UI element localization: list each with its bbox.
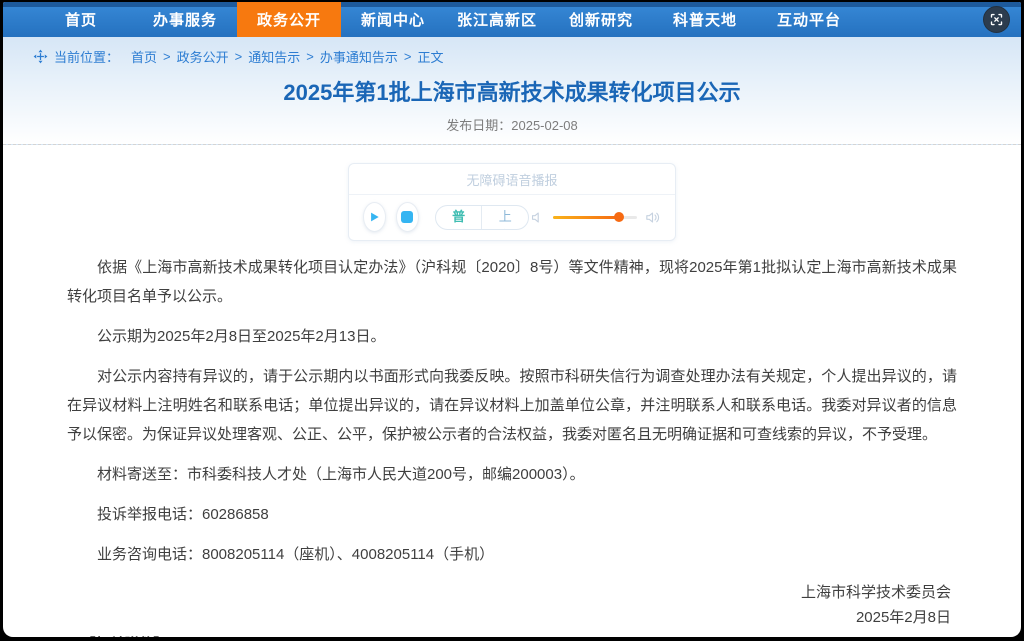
language-mandarin-button[interactable]: 普通话: [436, 206, 482, 229]
breadcrumb-service-notices[interactable]: 办事通知告示: [320, 47, 398, 66]
breadcrumb-home[interactable]: 首页: [131, 47, 157, 66]
play-button[interactable]: [363, 202, 386, 232]
nav-item-news-center[interactable]: 新闻中心: [341, 2, 445, 37]
signature-date: 2025年2月8日: [67, 605, 951, 630]
publish-date-value: 2025-02-08: [511, 118, 578, 133]
article-header: 当前位置： 首页 > 政务公开 > 通知告示 > 办事通知告示 > 正文 202…: [3, 37, 1021, 145]
nav-item-home[interactable]: 首页: [29, 2, 133, 37]
player-controls: 普通话 上海话: [349, 195, 675, 240]
signature-block: 上海市科学技术委员会 2025年2月8日: [67, 580, 957, 630]
volume-low-icon: [529, 209, 546, 226]
nav-item-services[interactable]: 办事服务: [133, 2, 237, 37]
paragraph: 对公示内容持有异议的，请于公示期内以书面形式向我委反映。按照市科研失信行为调查处…: [67, 362, 957, 449]
publish-date: 发布日期：2025-02-08: [3, 115, 1021, 134]
paragraph: 业务咨询电话：8008205114（座机）、4008205114（手机）: [67, 540, 957, 569]
stop-icon: [401, 211, 413, 223]
breadcrumb-separator: >: [306, 49, 314, 64]
nav-item-label: 科普天地: [673, 9, 737, 30]
screen-capture-button[interactable]: [983, 6, 1010, 33]
play-icon: [367, 210, 381, 224]
paragraph: 公示期为2025年2月8日至2025年2月13日。: [67, 322, 957, 351]
paragraph: 材料寄送至：市科委科技人才处（上海市人民大道200号，邮编200003）。: [67, 460, 957, 489]
page: 首页 办事服务 政务公开 新闻中心 张江高新区 创新研究 科普天地 互动平台: [3, 2, 1021, 637]
nav-item-label: 政务公开: [257, 9, 321, 30]
nav-item-interaction-platform[interactable]: 互动平台: [757, 2, 861, 37]
signature-org: 上海市科学技术委员会: [67, 580, 951, 605]
nav-item-zhangjiang[interactable]: 张江高新区: [445, 2, 549, 37]
move-icon: [33, 49, 48, 64]
nav-item-gov-disclosure[interactable]: 政务公开: [237, 2, 341, 37]
nav-item-label: 互动平台: [777, 9, 841, 30]
nav-item-label: 创新研究: [569, 9, 633, 30]
volume-high-icon: [644, 209, 661, 226]
paragraph: 投诉举报电话：60286858: [67, 500, 957, 529]
volume-control: [529, 209, 661, 226]
breadcrumb-label: 当前位置：: [54, 47, 119, 66]
language-toggle: 普通话 上海话: [435, 205, 529, 230]
volume-slider-thumb[interactable]: [614, 212, 624, 222]
breadcrumb-separator: >: [163, 49, 171, 64]
volume-slider[interactable]: [553, 216, 637, 219]
nav-item-label: 新闻中心: [361, 9, 425, 30]
nav-item-label: 办事服务: [153, 9, 217, 30]
breadcrumb-gov-disclosure[interactable]: 政务公开: [177, 47, 229, 66]
volume-slider-fill: [553, 216, 619, 219]
breadcrumb-separator: >: [404, 49, 412, 64]
breadcrumb-current-page: 正文: [417, 47, 443, 66]
nav-item-innovation-research[interactable]: 创新研究: [549, 2, 653, 37]
page-title: 2025年第1批上海市高新技术成果转化项目公示: [3, 79, 1021, 107]
attachments-section: 【相关附件】 • 2025年第1批拟认定上海市高新技术成果转化项目名单.pdf: [67, 635, 957, 637]
attachments-heading: 【相关附件】: [81, 635, 957, 637]
top-navigation: 首页 办事服务 政务公开 新闻中心 张江高新区 创新研究 科普天地 互动平台: [3, 2, 1021, 37]
stop-button[interactable]: [396, 202, 419, 232]
nav-item-label: 首页: [65, 9, 97, 30]
nav-item-science-popularization[interactable]: 科普天地: [653, 2, 757, 37]
language-shanghainese-button[interactable]: 上海话: [481, 206, 528, 229]
breadcrumb-separator: >: [235, 49, 243, 64]
player-title: 无障碍语音播报: [349, 164, 675, 195]
nav-item-label: 张江高新区: [457, 9, 537, 30]
audio-player: 无障碍语音播报 普通话 上海话: [348, 163, 676, 241]
breadcrumb: 当前位置： 首页 > 政务公开 > 通知告示 > 办事通知告示 > 正文: [3, 46, 1021, 66]
paragraph: 依据《上海市高新技术成果转化项目认定办法》（沪科规〔2020〕8号）等文件精神，…: [67, 253, 957, 311]
publish-date-label: 发布日期：: [446, 118, 511, 133]
screen-capture-icon: [989, 12, 1004, 27]
article-body: 依据《上海市高新技术成果转化项目认定办法》（沪科规〔2020〕8号）等文件精神，…: [3, 253, 1021, 637]
breadcrumb-notices[interactable]: 通知告示: [248, 47, 300, 66]
